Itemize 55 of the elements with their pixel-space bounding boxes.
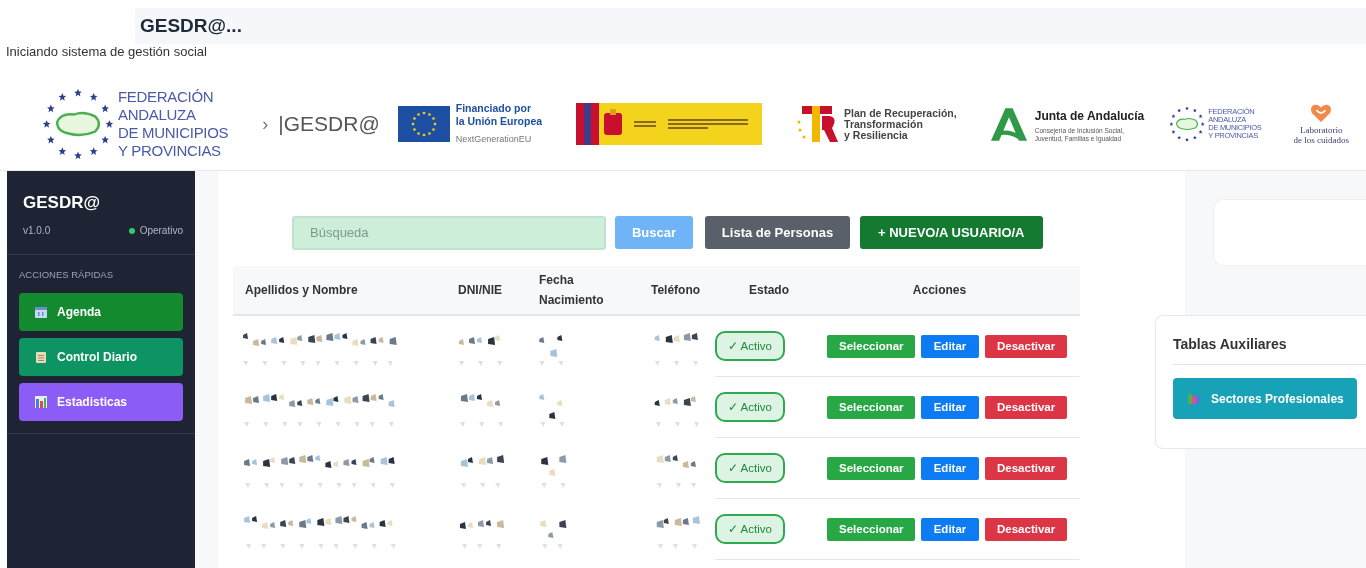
clipboard-icon xyxy=(35,351,47,363)
status-label: Operativo xyxy=(139,225,183,236)
search-field[interactable]: Búsqueda xyxy=(292,215,606,250)
bar-chart-icon xyxy=(35,396,47,408)
select-button[interactable]: Seleccionar xyxy=(827,517,915,541)
quick-action-button[interactable]: Agenda xyxy=(19,293,183,331)
edit-button[interactable]: Editar xyxy=(921,517,979,541)
column-header: Fecha Nacimiento xyxy=(539,272,605,309)
breadcrumb-separator: › xyxy=(262,113,269,135)
professional-sectors-button[interactable]: Sectores Profesionales xyxy=(1173,378,1357,419)
federation-name: FEDERACIÓN ANDALUZA DE MUNICIPIOS Y PROVINCIAS xyxy=(118,88,229,160)
edit-button[interactable]: Editar xyxy=(921,395,979,419)
edit-button[interactable]: Editar xyxy=(921,334,979,358)
card-title: Tablas Auxiliares xyxy=(1173,336,1366,365)
federation-emblem-icon xyxy=(1168,105,1207,143)
column-header: Estado xyxy=(749,283,790,297)
search-button[interactable]: Buscar xyxy=(615,216,693,249)
quick-action-button[interactable]: Estadisticas xyxy=(19,383,183,421)
status-badge: ✓ Activo xyxy=(715,331,785,361)
junta-name: Junta de Andalucía xyxy=(1034,108,1145,123)
recovery-plan-name: Plan de Recuperación, Transformación y Resiliencia xyxy=(844,107,957,141)
column-header: Apellidos y Nombre xyxy=(245,283,359,297)
status-badge: ✓ Activo xyxy=(715,514,785,544)
deactivate-button[interactable]: Desactivar xyxy=(985,334,1067,358)
select-button[interactable]: Seleccionar xyxy=(827,395,915,419)
app-title: GESDR@... xyxy=(140,15,242,37)
section-heading: ACCIONES RÁPIDAS xyxy=(19,269,114,280)
deactivate-button[interactable]: Desactivar xyxy=(985,395,1067,419)
calendar-icon xyxy=(35,306,47,318)
people-list-button[interactable]: Lista de Personas xyxy=(705,216,850,249)
lab-name: Laboratorio de los cuidados xyxy=(1293,125,1349,145)
status-dot-icon xyxy=(128,227,135,234)
books-icon xyxy=(1188,392,1200,405)
eu-funding-label: Financiado por la Unión Europea xyxy=(455,102,543,128)
column-header: Acciones xyxy=(911,283,968,297)
status-badge: ✓ Activo xyxy=(715,392,785,422)
brand-name: |GESDR@ xyxy=(278,112,380,136)
column-header: Teléfono xyxy=(651,283,702,297)
recovery-plan-emblem-icon xyxy=(796,104,841,144)
new-user-button[interactable]: + NUEVO/A USUARIO/A xyxy=(860,216,1043,249)
junta-a-icon xyxy=(990,107,1027,141)
sidebar-title: GESDR@ xyxy=(23,193,102,213)
eu-flag-icon xyxy=(397,106,450,142)
quick-action-button[interactable]: Control Diario xyxy=(19,338,183,376)
loading-message: Iniciando sistema de gestión social xyxy=(5,44,208,59)
status-badge: ✓ Activo xyxy=(715,453,785,483)
column-header: DNI/NIE xyxy=(458,283,503,297)
deactivate-button[interactable]: Desactivar xyxy=(985,456,1067,480)
edit-button[interactable]: Editar xyxy=(921,456,979,480)
version-label: v1.0.0 xyxy=(23,225,51,236)
select-button[interactable]: Seleccionar xyxy=(827,334,915,358)
select-button[interactable]: Seleccionar xyxy=(827,456,915,480)
heart-hands-icon xyxy=(1310,103,1333,123)
deactivate-button[interactable]: Desactivar xyxy=(985,517,1067,541)
eu-program-label: NextGenerationEU xyxy=(455,134,532,144)
